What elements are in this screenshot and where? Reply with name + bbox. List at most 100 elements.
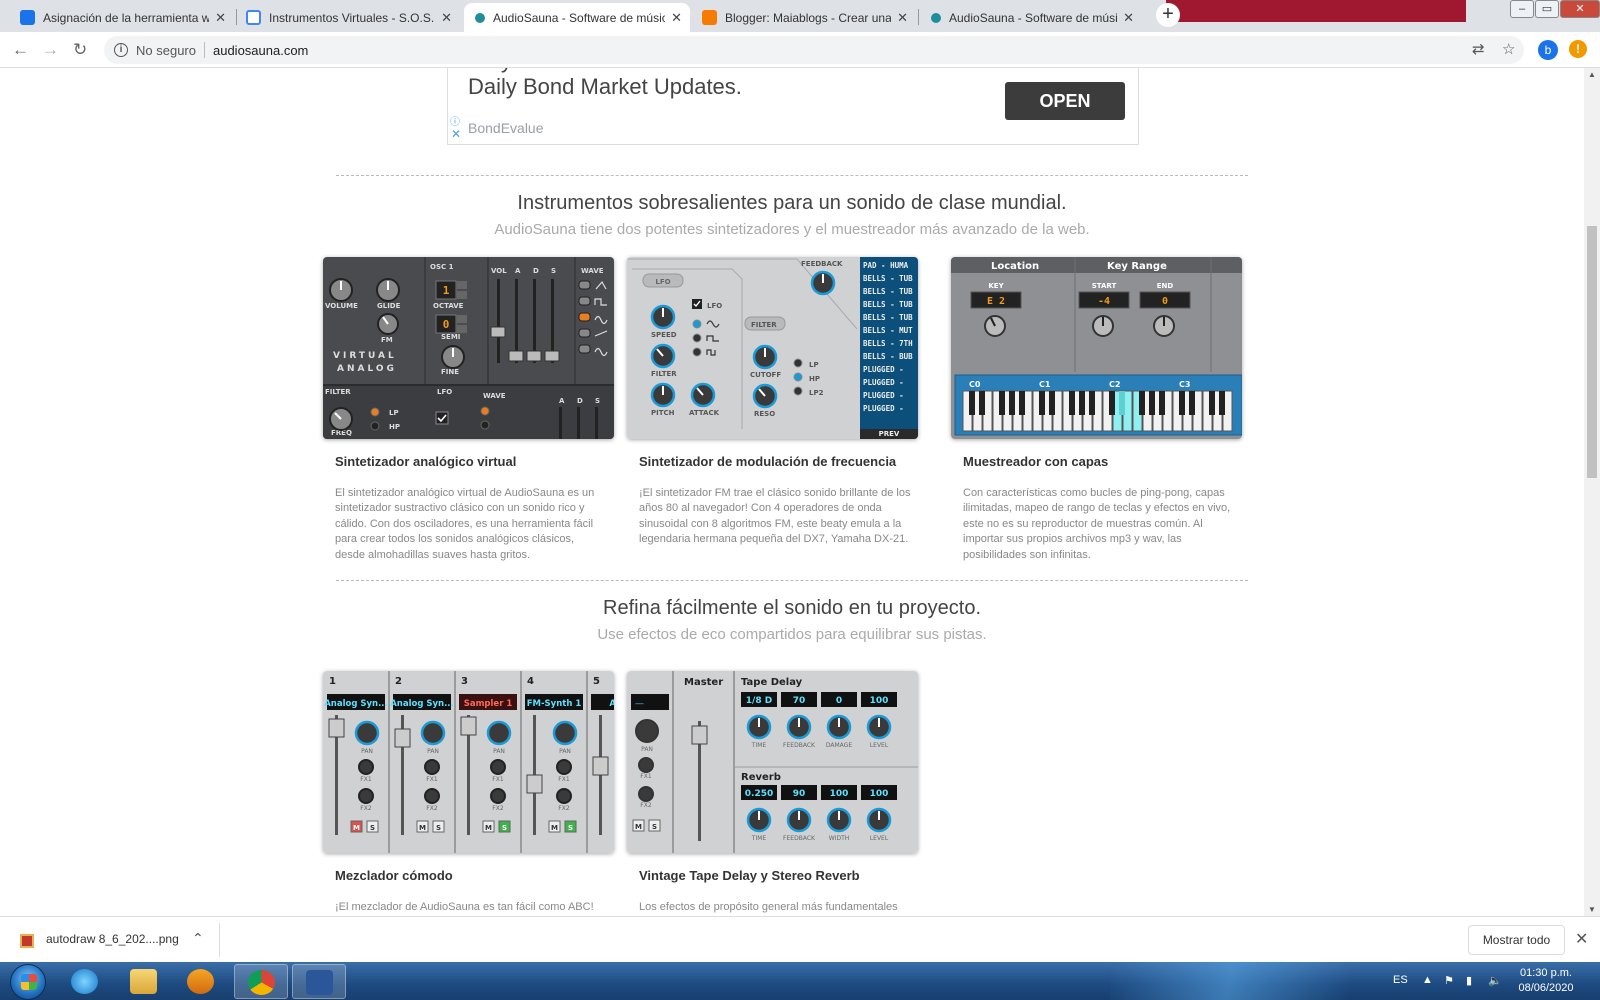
- mixer-channel-name[interactable]: Analog Syn...: [324, 699, 388, 709]
- close-icon[interactable]: ✕: [671, 10, 682, 26]
- taskbar-ie[interactable]: [58, 964, 112, 999]
- fx2-knob[interactable]: [424, 788, 440, 804]
- pan-knob[interactable]: [354, 720, 380, 746]
- black-key[interactable]: [1079, 391, 1085, 415]
- tab-instrumentos[interactable]: Instrumentos Virtuales - S.O.S. pa ✕: [238, 3, 460, 32]
- black-key[interactable]: [1179, 391, 1185, 415]
- taskbar-media[interactable]: [174, 964, 228, 999]
- alert-icon[interactable]: !: [1569, 40, 1587, 58]
- mixer-fader[interactable]: [526, 774, 543, 794]
- start-button[interactable]: [10, 964, 46, 1000]
- profile-avatar[interactable]: b: [1538, 40, 1558, 60]
- page-scrollbar[interactable]: ▲ ▼: [1584, 68, 1600, 916]
- volume-icon[interactable]: 🔈: [1488, 974, 1502, 987]
- sampler-screenshot[interactable]: Location Key Range KEY START END E 2 -4 …: [951, 257, 1242, 439]
- ad-banner[interactable]: Stay Informed with Curated News on Bond …: [447, 68, 1139, 145]
- black-key[interactable]: [1009, 391, 1015, 415]
- maximize-button[interactable]: ▭: [1535, 0, 1559, 18]
- close-icon[interactable]: ✕: [441, 10, 452, 26]
- forward-arrow-icon[interactable]: →: [42, 40, 59, 60]
- black-key[interactable]: [1019, 391, 1025, 415]
- black-key[interactable]: [1139, 391, 1145, 415]
- virtual-analog-screenshot[interactable]: VOLUME GLIDE FM OSC 1 OCTAVE SEMI FINE V…: [323, 257, 614, 439]
- fx2-knob[interactable]: [358, 788, 374, 804]
- fx1-knob[interactable]: [358, 759, 374, 775]
- bookmark-star-icon[interactable]: ☆: [1502, 40, 1515, 58]
- mixer-channel-name[interactable]: Sampler 1: [464, 699, 513, 709]
- tab-asignacion[interactable]: Asignación de la herramienta web ✕: [12, 3, 234, 32]
- close-window-button[interactable]: ✕: [1560, 0, 1600, 18]
- black-key[interactable]: [1109, 391, 1115, 415]
- black-key[interactable]: [969, 391, 975, 415]
- black-key[interactable]: [1159, 391, 1165, 415]
- tab-audiosauna-2[interactable]: AudioSauna - Software de músic ✕: [920, 3, 1142, 32]
- pan-knob[interactable]: [486, 720, 512, 746]
- tab-audiosauna-active[interactable]: AudioSauna - Software de músic ✕: [464, 3, 690, 32]
- network-signal-icon[interactable]: ▮: [1466, 974, 1472, 987]
- sampler-keyboard[interactable]: [962, 390, 1233, 432]
- black-key[interactable]: [1069, 391, 1075, 415]
- minimize-button[interactable]: –: [1510, 0, 1534, 18]
- url-text[interactable]: audiosauna.com: [213, 43, 308, 58]
- black-key[interactable]: [1149, 391, 1155, 415]
- black-key[interactable]: [1219, 391, 1225, 415]
- taskbar-chrome[interactable]: [234, 964, 288, 999]
- close-icon[interactable]: ✕: [897, 10, 908, 26]
- close-icon[interactable]: ✕: [1575, 929, 1588, 949]
- ad-headline[interactable]: Stay Informed with Curated News on Bond …: [468, 68, 988, 100]
- mixer-fader[interactable]: [394, 728, 411, 748]
- black-key[interactable]: [999, 391, 1005, 415]
- new-tab-button[interactable]: +: [1156, 3, 1180, 27]
- translate-icon[interactable]: ⇄: [1472, 40, 1485, 58]
- show-hidden-icons-icon[interactable]: ▲: [1422, 974, 1433, 986]
- black-key[interactable]: [1189, 391, 1195, 415]
- back-arrow-icon[interactable]: ←: [12, 40, 29, 60]
- close-icon[interactable]: ✕: [215, 10, 226, 26]
- taskbar-explorer[interactable]: [117, 964, 171, 999]
- tab-blogger[interactable]: Blogger: Maiablogs - Crear una e ✕: [694, 3, 916, 32]
- black-key[interactable]: [1119, 391, 1125, 415]
- black-key[interactable]: [1039, 391, 1045, 415]
- ad-sponsor[interactable]: BondEvalue: [468, 120, 544, 136]
- black-key[interactable]: [1209, 391, 1215, 415]
- fx1-knob[interactable]: [556, 759, 572, 775]
- mixer-channel-name[interactable]: Anal: [609, 699, 614, 709]
- mixer-fader[interactable]: [460, 716, 477, 736]
- black-key[interactable]: [979, 391, 985, 415]
- pan-knob[interactable]: [552, 720, 578, 746]
- fm-synth-screenshot[interactable]: LFO LFO SPEED FILTER PITCH ATTACK FILTER…: [627, 257, 918, 439]
- mixer-channel-name[interactable]: Analog Syn...: [390, 699, 454, 709]
- address-bar[interactable]: i No seguro audiosauna.com: [104, 36, 1524, 64]
- action-center-flag-icon[interactable]: ⚑: [1444, 974, 1454, 987]
- info-icon[interactable]: i: [114, 43, 128, 57]
- scroll-up-icon[interactable]: ▲: [1588, 70, 1596, 79]
- fx1-knob[interactable]: [424, 759, 440, 775]
- language-indicator[interactable]: ES: [1393, 974, 1408, 986]
- reload-icon[interactable]: ↻: [73, 40, 87, 60]
- taskbar-clock[interactable]: 01:30 p.m. 08/06/2020: [1506, 966, 1586, 996]
- ad-close-icon[interactable]: ✕: [451, 127, 461, 141]
- fx2-knob[interactable]: [490, 788, 506, 804]
- fx2-knob[interactable]: [556, 788, 572, 804]
- taskbar-word[interactable]: [292, 964, 346, 999]
- sampler-octave: C1: [1039, 380, 1051, 389]
- adchoices-icon[interactable]: ⓘ: [450, 113, 460, 128]
- download-filename[interactable]: autodraw 8_6_202....png: [46, 932, 179, 946]
- ad-open-button[interactable]: OPEN: [1005, 82, 1125, 120]
- effects-screenshot[interactable]: — Master Tape Delay Reverb PAN FX1 FX2 M…: [627, 671, 918, 853]
- pan-knob[interactable]: [420, 720, 446, 746]
- black-key[interactable]: [1049, 391, 1055, 415]
- show-all-button[interactable]: Mostrar todo: [1468, 925, 1565, 955]
- mixer-channel-name[interactable]: FM-Synth 1: [527, 699, 582, 709]
- fx-knob-label: FEEDBACK: [783, 835, 816, 842]
- black-key[interactable]: [1089, 391, 1095, 415]
- mixer-screenshot[interactable]: 1 Analog Syn... PAN FX1 FX2 M S 2 Analog Syn... P…: [323, 671, 614, 853]
- fx1-knob[interactable]: [490, 759, 506, 775]
- close-icon[interactable]: ✕: [1123, 10, 1134, 26]
- mixer-fader[interactable]: [328, 718, 345, 738]
- chevron-up-icon[interactable]: ⌃: [192, 930, 204, 947]
- scroll-down-icon[interactable]: ▼: [1588, 905, 1596, 914]
- mixer-fader[interactable]: [592, 756, 609, 776]
- scrollbar-thumb[interactable]: [1587, 226, 1597, 478]
- docs-icon: [246, 10, 261, 25]
